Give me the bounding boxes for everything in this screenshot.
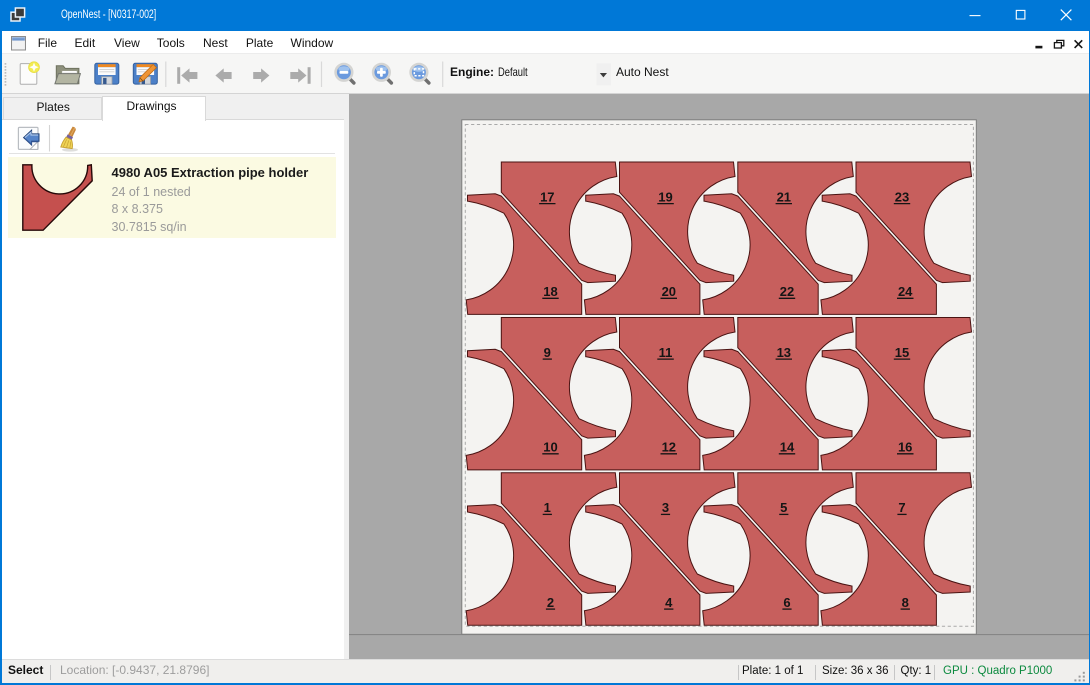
svg-text:18: 18 <box>543 284 557 299</box>
svg-text:15: 15 <box>895 345 909 360</box>
svg-text:17: 17 <box>540 189 554 204</box>
svg-text:6: 6 <box>783 595 790 610</box>
svg-text:23: 23 <box>895 189 909 204</box>
svg-text:11: 11 <box>659 345 673 360</box>
svg-text:9: 9 <box>544 345 551 360</box>
svg-text:19: 19 <box>658 189 672 204</box>
svg-text:8: 8 <box>902 595 909 610</box>
svg-text:1: 1 <box>544 500 551 515</box>
svg-text:4: 4 <box>665 595 673 610</box>
svg-text:22: 22 <box>780 284 794 299</box>
svg-text:16: 16 <box>898 440 912 455</box>
svg-text:2: 2 <box>547 595 554 610</box>
svg-text:7: 7 <box>898 500 905 515</box>
svg-text:21: 21 <box>777 189 791 204</box>
svg-text:14: 14 <box>780 440 795 455</box>
svg-text:24: 24 <box>898 284 913 299</box>
svg-text:13: 13 <box>777 345 791 360</box>
svg-text:5: 5 <box>780 500 787 515</box>
svg-text:20: 20 <box>662 284 676 299</box>
svg-text:12: 12 <box>662 440 676 455</box>
svg-text:3: 3 <box>662 500 669 515</box>
svg-text:10: 10 <box>543 440 557 455</box>
